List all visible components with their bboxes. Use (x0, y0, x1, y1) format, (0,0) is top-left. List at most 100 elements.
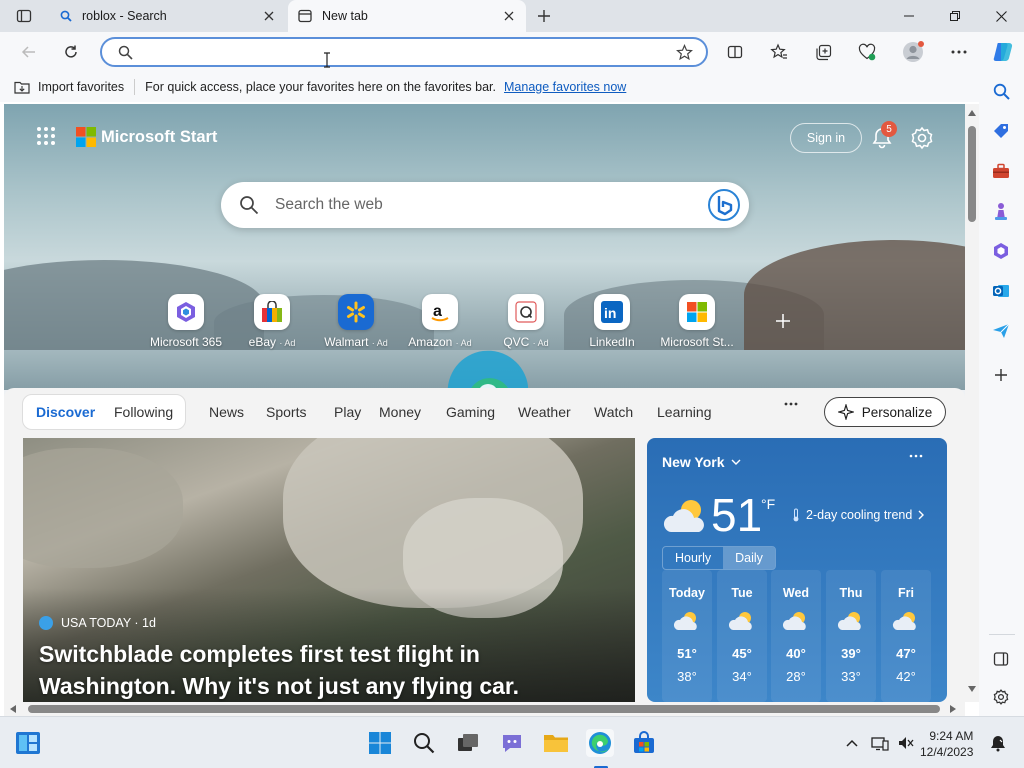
forecast-day[interactable]: Today 51° 38° (662, 570, 712, 702)
settings-gear-icon[interactable] (909, 125, 935, 151)
widgets-button[interactable] (14, 729, 42, 757)
vertical-scrollbar[interactable] (965, 104, 979, 702)
sign-in-button[interactable]: Sign in (790, 123, 862, 153)
scroll-up-icon[interactable] (968, 110, 976, 116)
tab-money[interactable]: Money (379, 404, 421, 420)
weather-card[interactable]: New York 51 °F 2-day cooling trend Hourl… (647, 438, 947, 702)
refresh-button[interactable] (56, 37, 86, 67)
split-screen-button[interactable] (720, 37, 750, 67)
tab-learning[interactable]: Learning (657, 404, 712, 420)
folder-icon (544, 735, 568, 752)
tab-sports[interactable]: Sports (266, 404, 306, 420)
add-shortcut-icon[interactable] (772, 310, 794, 332)
tab-new-tab[interactable]: New tab (288, 0, 526, 32)
top-story-card[interactable]: USA TODAY · 1d Switchblade completes fir… (23, 438, 635, 702)
sidebar-tools-button[interactable] (990, 160, 1012, 182)
scroll-down-icon[interactable] (968, 686, 976, 692)
browser-essentials-button[interactable] (852, 37, 882, 67)
collections-button[interactable] (808, 37, 838, 67)
amazon-icon: a (422, 294, 458, 330)
edge-taskbar-button[interactable] (586, 729, 614, 757)
scroll-right-icon[interactable] (950, 705, 956, 713)
profile-button[interactable] (898, 37, 928, 67)
favorite-star-icon[interactable] (676, 44, 693, 61)
hero-background: Microsoft Start Sign in 5 Microsoft 365 … (4, 104, 965, 390)
microsoft-start-logo[interactable]: Microsoft Start (76, 127, 217, 147)
app-launcher-icon[interactable] (36, 126, 56, 146)
show-hidden-icons-button[interactable] (838, 729, 866, 757)
start-button[interactable] (366, 729, 394, 757)
tab-news[interactable]: News (209, 404, 244, 420)
tab-weather[interactable]: Weather (518, 404, 571, 420)
web-search-box[interactable] (221, 182, 749, 228)
personalize-button[interactable]: Personalize (824, 397, 946, 427)
tab-watch[interactable]: Watch (594, 404, 633, 420)
back-button[interactable] (14, 37, 44, 67)
sidebar-outlook-button[interactable] (990, 280, 1012, 302)
story-source: USA TODAY · 1d (39, 616, 156, 630)
minimize-button[interactable] (886, 0, 932, 32)
avatar-icon (903, 41, 924, 62)
favorites-button[interactable] (764, 37, 794, 67)
import-favorites-button[interactable]: Import favorites (14, 80, 124, 94)
quick-link-walmart[interactable]: Walmart · Ad (308, 294, 404, 349)
tab-gaming[interactable]: Gaming (446, 404, 495, 420)
tab-daily[interactable]: Daily (723, 547, 775, 569)
horizontal-scroll-thumb[interactable] (28, 705, 940, 713)
clock[interactable]: 9:24 AM 12/4/2023 (920, 728, 973, 760)
close-tab-button[interactable] (258, 5, 280, 27)
taskbar-search-button[interactable] (410, 729, 438, 757)
quick-link-microsoft-store[interactable]: Microsoft St... (649, 294, 745, 349)
vertical-scroll-thumb[interactable] (968, 126, 976, 222)
close-window-button[interactable] (978, 0, 1024, 32)
file-explorer-button[interactable] (542, 729, 570, 757)
scroll-left-icon[interactable] (10, 705, 16, 713)
quick-link-ebay[interactable]: eBay · Ad (224, 294, 320, 349)
current-temperature: 51 (711, 489, 763, 541)
more-dots-icon[interactable] (909, 454, 923, 458)
weather-trend[interactable]: 2-day cooling trend (792, 508, 925, 522)
tab-play[interactable]: Play (334, 404, 361, 420)
tab-discover[interactable]: Discover (36, 404, 95, 420)
microsoft-logo-icon (76, 127, 96, 147)
notification-center-button[interactable] (984, 729, 1012, 757)
network-status-button[interactable] (866, 729, 894, 757)
horizontal-scrollbar[interactable] (4, 702, 965, 716)
tab-hourly[interactable]: Hourly (663, 547, 723, 569)
forecast-day[interactable]: Fri 47° 42° (881, 570, 931, 702)
sidebar-drop-button[interactable] (990, 320, 1012, 342)
address-input[interactable] (138, 42, 658, 62)
more-dots-icon[interactable] (784, 402, 798, 406)
forecast-day[interactable]: Wed 40° 28° (771, 570, 821, 702)
forecast-day[interactable]: Thu 39° 33° (826, 570, 876, 702)
new-tab-button[interactable] (532, 5, 556, 27)
settings-more-button[interactable] (944, 37, 974, 67)
weather-location[interactable]: New York (662, 454, 741, 470)
address-bar[interactable] (100, 37, 708, 67)
sidebar-shopping-button[interactable] (990, 120, 1012, 142)
store-taskbar-button[interactable] (630, 729, 658, 757)
tab-actions-button[interactable] (8, 6, 40, 26)
thermometer-icon (793, 508, 799, 522)
teams-chat-button[interactable] (498, 729, 526, 757)
volume-button[interactable] (892, 729, 920, 757)
sidebar-microsoft-365-button[interactable] (990, 240, 1012, 262)
close-tab-button[interactable] (498, 5, 520, 27)
sidebar-games-button[interactable] (990, 200, 1012, 222)
restore-button[interactable] (932, 0, 978, 32)
forecast-day[interactable]: Tue 45° 34° (717, 570, 767, 702)
tab-following[interactable]: Following (114, 404, 173, 420)
manage-favorites-link[interactable]: Manage favorites now (504, 80, 626, 94)
bing-chat-icon[interactable] (707, 188, 741, 222)
quick-link-microsoft-365[interactable]: Microsoft 365 (138, 294, 234, 349)
sidebar-add-button[interactable] (990, 364, 1012, 386)
story-title[interactable]: Switchblade completes first test flight … (39, 638, 599, 702)
task-view-button[interactable] (454, 729, 482, 757)
sidebar-search-button[interactable] (990, 80, 1012, 102)
sidebar-settings-button[interactable] (990, 686, 1012, 708)
quick-link-linkedin[interactable]: in LinkedIn (564, 294, 660, 349)
tab-roblox-search[interactable]: roblox - Search (48, 0, 286, 32)
copilot-button[interactable] (988, 37, 1018, 67)
hide-sidebar-button[interactable] (990, 648, 1012, 670)
web-search-input[interactable] (275, 194, 675, 216)
